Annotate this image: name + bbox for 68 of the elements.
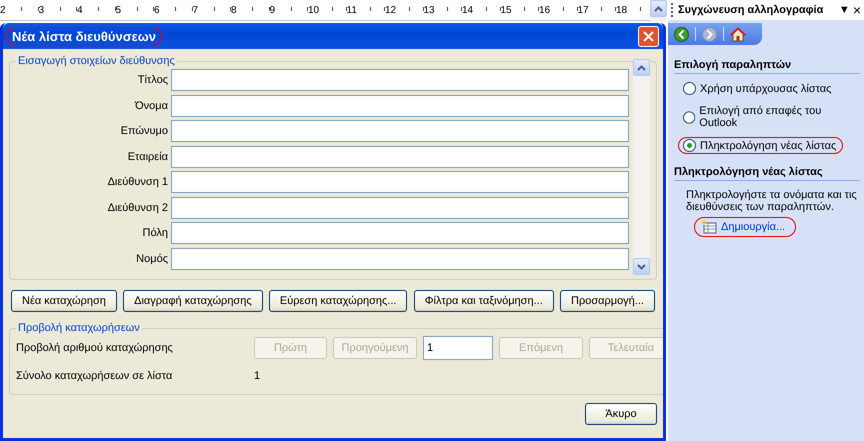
ruler-number: 9	[270, 4, 276, 16]
ruler-number: 10	[308, 4, 320, 16]
ruler-number: 7	[192, 4, 198, 16]
home-icon[interactable]	[730, 26, 746, 42]
action-button[interactable]: Προσαρμογή...	[560, 290, 655, 312]
field-label: Εταιρεία	[126, 150, 168, 162]
window-title: Νέα λίστα διευθύνσεων	[6, 26, 162, 46]
input-field[interactable]	[171, 94, 629, 116]
action-button[interactable]: Διαγραφή καταχώρησης	[123, 290, 263, 312]
field-label: Νομός	[135, 252, 168, 264]
scroll-down-button[interactable]	[633, 258, 650, 275]
ruler-number: 13	[424, 4, 435, 16]
radio-option[interactable]: Πληκτρολόγηση νέας λίστας	[678, 137, 844, 154]
group-title: Εισαγωγή στοιχείων διεύθυνσης	[17, 55, 176, 67]
back-icon[interactable]	[674, 26, 689, 42]
forward-icon[interactable]	[702, 26, 717, 42]
field-label: Σύνολο καταχωρήσεων σε λίστα	[16, 370, 174, 382]
radio-button[interactable]	[683, 139, 696, 152]
input-field[interactable]	[171, 69, 629, 91]
field-label: Όνομα	[134, 100, 168, 112]
ruler-number: 4	[77, 4, 83, 16]
radio-option[interactable]: Επιλογή από επαφές του Outlook	[678, 103, 860, 131]
input-field[interactable]	[171, 222, 629, 244]
action-button[interactable]: Νέα καταχώρηση	[11, 290, 117, 312]
ruler-number: 18	[616, 4, 628, 16]
section-heading: Πληκτρολόγηση νέας λίστας	[674, 166, 860, 181]
description-text: Πληκτρολογήστε τα ονόματα και τις διευθύνσεις των παραληπτών.	[685, 188, 858, 215]
field-label: Προβολή αριθμού καταχώρησης	[16, 342, 174, 354]
radio-button[interactable]	[683, 110, 696, 124]
scroll-up-button[interactable]	[650, 0, 667, 17]
ruler-number: 3	[38, 4, 44, 16]
input-field[interactable]	[171, 120, 629, 142]
menu-glyph[interactable]: ▼	[838, 4, 850, 16]
input-field[interactable]: 1	[423, 336, 493, 360]
ruler-number: 16	[539, 4, 550, 16]
ruler-number: 8	[231, 4, 237, 16]
action-button[interactable]: Εύρεση καταχώρησης...	[268, 290, 408, 312]
action-button[interactable]: Φίλτρα και ταξινόμηση...	[414, 290, 554, 312]
ruler-number: 6	[154, 4, 160, 16]
input-field[interactable]	[171, 196, 629, 218]
pane-title: Συγχώνευση αλληλογραφία	[678, 4, 824, 16]
ruler-number: 12	[385, 4, 396, 16]
field-label: Τίτλος	[136, 74, 168, 86]
field-label: Επώνυμο	[120, 125, 168, 137]
radio-button[interactable]	[683, 82, 696, 95]
field-label: Διεύθυνση 1	[106, 176, 168, 188]
close-button[interactable]	[638, 26, 659, 46]
radio-option[interactable]: Χρήση υπάρχουσας λίστας	[678, 80, 838, 97]
group-title: Προβολή καταχωρήσεων	[17, 322, 141, 334]
input-field[interactable]	[171, 248, 629, 270]
ruler-number: 2	[0, 4, 6, 16]
table-icon	[701, 220, 717, 234]
input-field[interactable]	[171, 171, 629, 193]
ruler-number: 17	[578, 4, 589, 16]
ruler-number: 15	[500, 4, 512, 16]
ruler-number: 14	[462, 4, 474, 16]
create-link[interactable]: Δημιουργία...	[694, 217, 796, 237]
close-glyph[interactable]: ×	[852, 2, 861, 18]
field-label: Διεύθυνση 2	[106, 202, 168, 214]
scroll-up-button[interactable]	[633, 59, 650, 76]
cancel-button[interactable]: Άκυρο	[585, 403, 657, 425]
close-icon	[643, 30, 654, 42]
ruler-number: 11	[346, 4, 357, 16]
total-value: 1	[254, 370, 260, 382]
ruler-number: 5	[116, 4, 122, 16]
input-field[interactable]	[171, 146, 629, 168]
section-heading: Επιλογή παραληπτών	[674, 59, 860, 74]
field-label: Πόλη	[142, 227, 168, 239]
